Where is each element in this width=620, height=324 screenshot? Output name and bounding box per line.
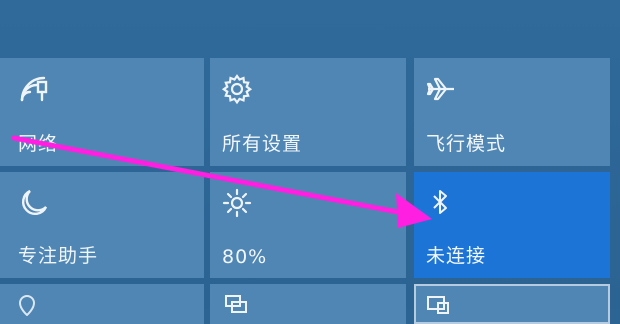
- tile-row3-right[interactable]: [414, 284, 610, 324]
- tile-airplane-mode[interactable]: 飞行模式: [414, 58, 610, 166]
- wifi-icon: [16, 72, 50, 106]
- brightness-icon: [220, 186, 254, 220]
- tile-row3-left[interactable]: [0, 284, 204, 324]
- bluetooth-icon: [426, 188, 454, 216]
- gear-icon: [220, 72, 254, 106]
- tile-all-settings[interactable]: 所有设置: [210, 58, 406, 166]
- tile-all-settings-label: 所有设置: [222, 133, 303, 155]
- tile-network-label: 网络: [18, 133, 59, 155]
- tile-bluetooth-label: 未连接: [426, 245, 487, 267]
- project-icon: [224, 294, 248, 316]
- tile-brightness-label: 80%: [222, 246, 268, 268]
- tile-row3-middle[interactable]: [210, 284, 406, 324]
- airplane-icon: [424, 72, 458, 106]
- tile-bluetooth[interactable]: 未连接: [414, 172, 610, 278]
- location-icon: [16, 294, 38, 317]
- action-center-panel: 网络 所有设置 飞行模式 专注助手 80% 未连接: [0, 0, 620, 324]
- tile-brightness[interactable]: 80%: [210, 172, 406, 278]
- tile-focus-assist[interactable]: 专注助手: [0, 172, 204, 278]
- connect-icon: [426, 294, 450, 316]
- moon-icon: [16, 186, 50, 220]
- tile-airplane-mode-label: 飞行模式: [426, 133, 507, 155]
- tile-network[interactable]: 网络: [0, 58, 204, 166]
- tile-focus-assist-label: 专注助手: [18, 245, 99, 267]
